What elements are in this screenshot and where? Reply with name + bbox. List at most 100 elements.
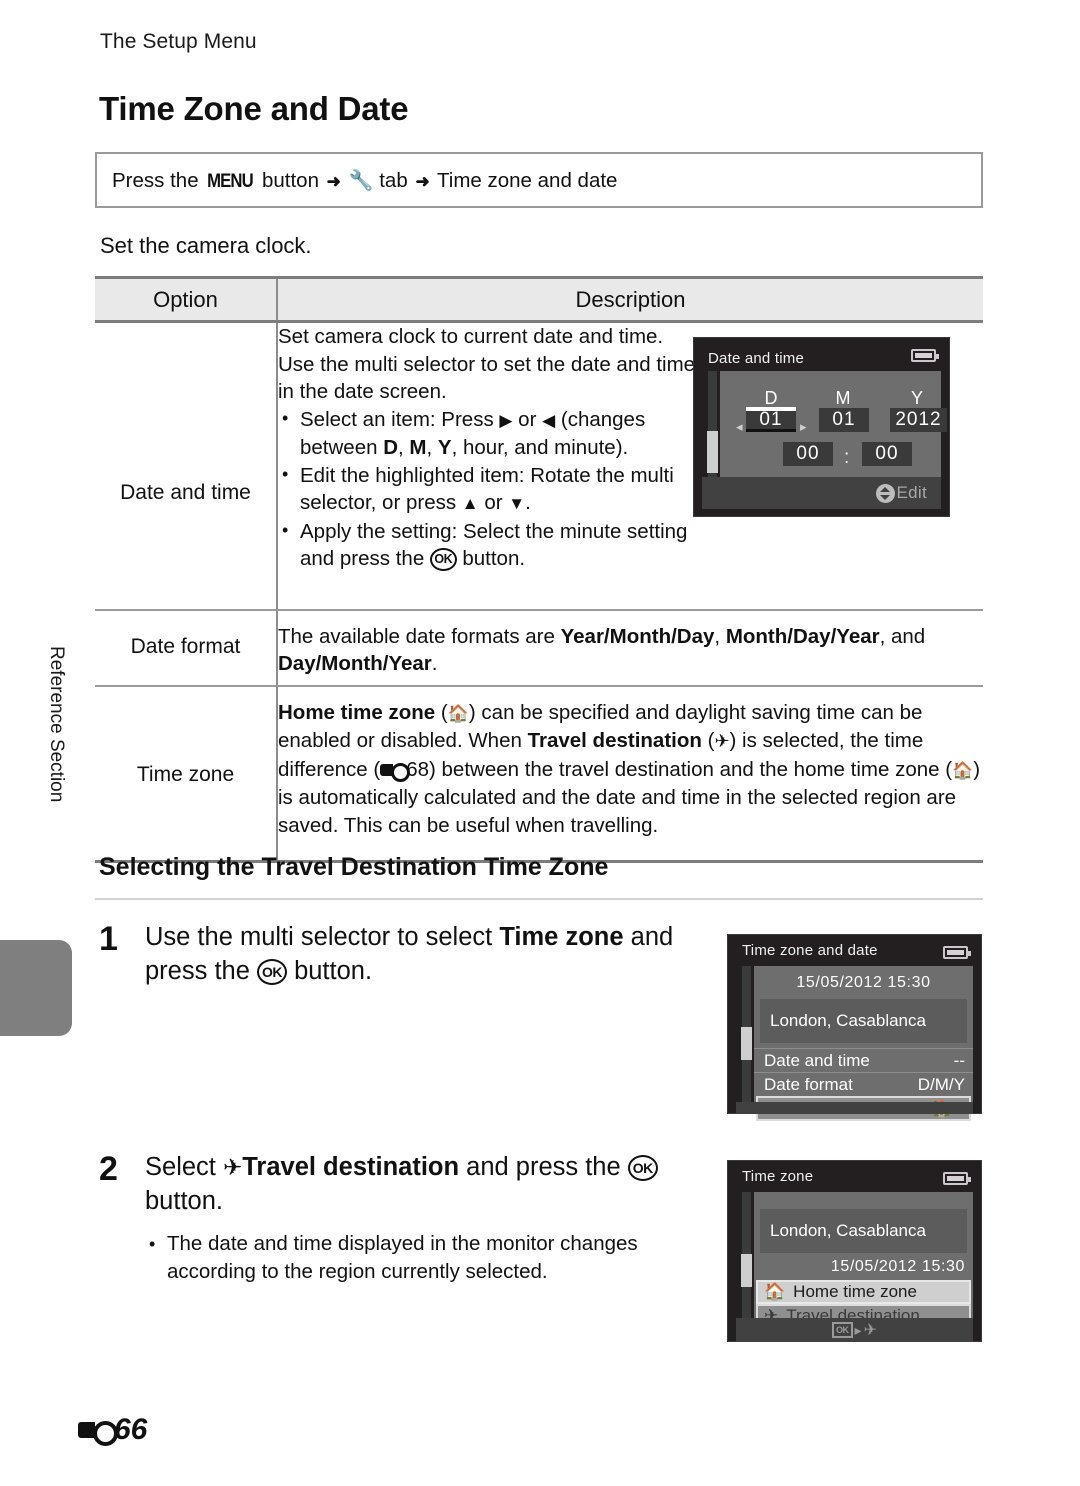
- camera-screen-title: Date and time: [708, 350, 804, 367]
- field-minute[interactable]: 00: [862, 442, 912, 466]
- region-display-2: London, Casablanca: [760, 1209, 967, 1253]
- airplane-icon-footer: ✈: [863, 1322, 877, 1339]
- current-datetime-2: 15/05/2012 15:30: [830, 1258, 965, 1275]
- desc-bullet-1: Select an item: Press ▶ or ◀ (changes be…: [278, 405, 698, 462]
- folio: 66: [78, 1413, 147, 1447]
- camera-screen-body-3: London, Casablanca 15/05/2012 15:30 🏠 Ho…: [754, 1192, 973, 1328]
- up-down-arrow-icon: [875, 483, 895, 503]
- triangle-down-icon: ▼: [508, 494, 526, 513]
- menu-path-button-word: button: [261, 168, 319, 192]
- table-row-time-zone: Time zone Home time zone (🏠) can be spec…: [95, 685, 983, 863]
- airplane-icon: ✈: [714, 731, 730, 751]
- battery-icon-2: [943, 946, 971, 959]
- row-desc-date-format: The available date formats are Year/Mont…: [276, 609, 983, 687]
- table-row-date-and-time: Date and time Set camera clock to curren…: [95, 321, 983, 611]
- arrow-right-icon: ➜: [326, 171, 341, 191]
- ok-button-icon-footer: OK: [832, 1322, 853, 1338]
- battery-icon: [911, 349, 939, 362]
- options-table: Option Description Date and time Set cam…: [95, 276, 983, 863]
- arrow-right-icon-footer: ▸: [854, 1321, 862, 1338]
- table-header-row: Option Description: [95, 276, 983, 323]
- running-head: The Setup Menu: [100, 30, 257, 53]
- step-2: 2 Select ✈Travel destination and press t…: [99, 1150, 709, 1286]
- page-title: Time Zone and Date: [99, 90, 409, 127]
- option-home-time-zone-label: Home time zone: [793, 1282, 917, 1301]
- row-label-time-zone: Time zone: [95, 685, 277, 863]
- step-2-bullet-list: The date and time displayed in the monit…: [145, 1230, 709, 1286]
- row-label-date-format: Date format: [95, 609, 277, 687]
- table-header-description: Description: [276, 276, 983, 323]
- menu-path-tab-word: tab: [379, 168, 408, 192]
- row-label-date-and-time-text: Date and time: [120, 481, 251, 504]
- menu-row-date-format-value: D/M/Y: [917, 1074, 965, 1094]
- region-display: London, Casablanca: [760, 999, 967, 1043]
- step-2-subtext: The date and time displayed in the monit…: [145, 1230, 709, 1286]
- reference-symbol-icon-folio: [78, 1421, 118, 1446]
- triangle-right-icon: ▶: [499, 410, 513, 430]
- arrow-right-icon-2: ➜: [415, 171, 430, 191]
- row-label-date-and-time: Date and time: [95, 321, 277, 611]
- camera-screen-date-and-time: Date and time D M Y ◂ 01 ▸ 01 2012 00: …: [693, 337, 950, 517]
- scrollbar-thumb-3[interactable]: [741, 1254, 752, 1287]
- footer-edit-label: Edit: [896, 483, 927, 503]
- camera-screen-footer-2: [736, 1102, 973, 1114]
- field-year[interactable]: 2012: [890, 408, 947, 432]
- desc-bullet-list: Select an item: Press ▶ or ◀ (changes be…: [278, 405, 698, 573]
- row-label-time-zone-text: Time zone: [136, 762, 235, 786]
- step-2-bullet-1: The date and time displayed in the monit…: [145, 1230, 709, 1286]
- option-home-time-zone[interactable]: 🏠 Home time zone: [756, 1280, 971, 1304]
- scrollbar-thumb[interactable]: [707, 431, 718, 473]
- desc-line-1: Set camera clock to current date and tim…: [278, 325, 664, 348]
- ok-button-icon-step2: OK: [627, 1155, 658, 1181]
- camera-screen-title-3: Time zone: [742, 1168, 814, 1185]
- menu-row-date-format[interactable]: Date format D/M/Y: [754, 1072, 973, 1096]
- camera-screen-time-zone-and-date: Time zone and date 15/05/2012 15:30 Lond…: [727, 934, 982, 1121]
- ok-button-icon-step1: OK: [256, 959, 287, 985]
- side-thumb-tab: [0, 940, 72, 1036]
- section-divider: [95, 898, 983, 900]
- caret-left-icon: ◂: [736, 419, 743, 434]
- step-1-text: Use the multi selector to select Time zo…: [145, 923, 674, 985]
- page-number: 66: [114, 1413, 148, 1446]
- desc-line-2: Use the multi selector to set the date a…: [278, 352, 696, 404]
- camera-screen-footer-3: OK ▸ ✈: [736, 1318, 973, 1342]
- row-desc-date-and-time: Set camera clock to current date and tim…: [276, 321, 983, 611]
- menu-button-glyph: MENU: [207, 170, 254, 192]
- menu-row-date-and-time[interactable]: Date and time --: [754, 1048, 973, 1072]
- step-1-number: 1: [99, 920, 118, 958]
- table-row-date-format: Date format The available date formats a…: [95, 609, 983, 687]
- field-hour[interactable]: 00: [783, 442, 833, 466]
- step-2-number: 2: [99, 1150, 118, 1188]
- menu-path-box: Press the MENU button ➜ 🔧 tab ➜ Time zon…: [95, 152, 983, 208]
- desc-bullet-2: Edit the highlighted item: Rotate the mu…: [278, 461, 698, 518]
- table-header-option: Option: [95, 276, 277, 323]
- side-section-label: Reference Section: [46, 646, 67, 803]
- section-heading: Selecting the Travel Destination Time Zo…: [99, 853, 609, 881]
- caret-right-icon: ▸: [800, 419, 807, 434]
- camera-screen-body-2: 15/05/2012 15:30 London, Casablanca Date…: [754, 966, 973, 1121]
- menu-row-date-format-label: Date format: [764, 1074, 853, 1094]
- home-icon: 🏠: [447, 703, 469, 723]
- camera-screen-body: D M Y ◂ 01 ▸ 01 2012 00 : 00: [720, 371, 947, 477]
- airplane-icon-step2: ✈: [222, 1154, 243, 1180]
- menu-path-prefix: Press the: [112, 168, 199, 192]
- home-icon-2: 🏠: [952, 760, 974, 780]
- scrollbar-thumb-2[interactable]: [741, 1027, 752, 1060]
- triangle-left-icon: ◀: [542, 410, 556, 430]
- manual-page: The Setup Menu Time Zone and Date Press …: [0, 0, 1080, 1486]
- step-2-text: Select ✈Travel destination and press the…: [145, 1150, 709, 1218]
- current-datetime: 15/05/2012 15:30: [796, 974, 931, 991]
- field-month[interactable]: 01: [819, 408, 869, 432]
- time-colon: :: [844, 447, 850, 468]
- menu-row-date-and-time-label: Date and time: [764, 1050, 870, 1070]
- reference-symbol-icon: [380, 762, 411, 782]
- camera-screen-title-2: Time zone and date: [742, 942, 878, 959]
- camera-screen-footer: Edit: [702, 477, 941, 509]
- camera-screen-time-zone: Time zone London, Casablanca 15/05/2012 …: [727, 1160, 982, 1342]
- battery-icon-3: [943, 1172, 971, 1185]
- wrench-icon: 🔧: [348, 169, 374, 192]
- ok-button-icon: OK: [429, 548, 457, 571]
- field-day[interactable]: 01: [746, 407, 796, 432]
- intro-text: Set the camera clock.: [100, 233, 312, 258]
- desc-bullet-3: Apply the setting: Select the minute set…: [278, 517, 698, 573]
